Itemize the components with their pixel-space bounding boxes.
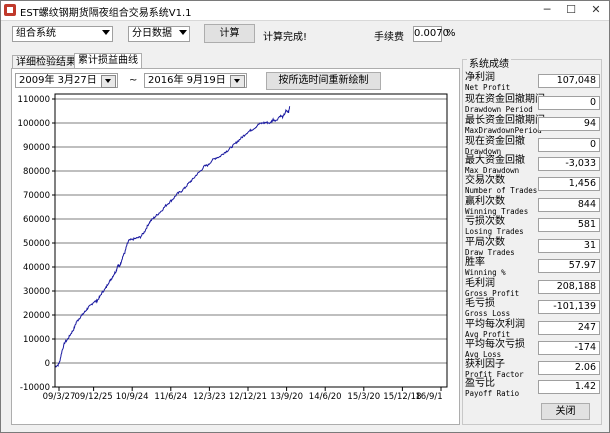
end-date-value: 2016年 9月19日	[148, 75, 226, 86]
fee-label: 手续费	[374, 32, 404, 43]
stat-value: 581	[538, 218, 600, 232]
stat-value: 247	[538, 321, 600, 335]
stat-name-en: Avg Profit	[465, 330, 511, 339]
stat-row: 现在资金回撤 Drawdown 0	[465, 137, 600, 157]
stat-name-en: MaxDrawdownPeriod	[465, 126, 542, 135]
stat-name: 现在资金回撤期间	[465, 94, 545, 105]
stat-value: 2.06	[538, 361, 600, 375]
stat-name: 亏损次数	[465, 216, 505, 227]
stat-value: 0	[538, 138, 600, 152]
stat-value: 1.42	[538, 380, 600, 394]
system-select[interactable]: 组合系统	[12, 26, 113, 42]
stat-row: 获利因子 Profit Factor 2.06	[465, 360, 600, 380]
chevron-down-icon	[179, 30, 187, 35]
stat-name-en: Max Drawdown	[465, 166, 520, 175]
stat-name: 平均每次利润	[465, 319, 525, 330]
stat-value: 1,456	[538, 177, 600, 191]
app-icon	[4, 4, 16, 16]
stats-title: 系统成绩	[467, 55, 511, 70]
system-select-value: 组合系统	[16, 28, 56, 39]
calculate-button[interactable]: 计算	[204, 24, 255, 43]
stat-row: 净利润 Net Profit 107,048	[465, 73, 600, 93]
window-title: EST螺纹钢期货隔夜组合交易系统V1.1	[20, 8, 192, 19]
stat-name: 盈亏比	[465, 378, 495, 389]
stat-row: 赢利次数 Winning Trades 844	[465, 197, 600, 217]
stat-name: 最长资金回撤期间	[465, 115, 545, 126]
stat-name: 现在资金回撤	[465, 136, 525, 147]
title-bar: EST螺纹钢期货隔夜组合交易系统V1.1 ─ ☐ ✕	[1, 1, 609, 21]
stat-name: 毛亏损	[465, 298, 495, 309]
status-text: 计算完成!	[263, 32, 308, 43]
stat-row: 最长资金回撤期间 MaxDrawdownPeriod 94	[465, 116, 600, 136]
start-date-picker[interactable]: 2009年 3月27日	[15, 73, 118, 88]
data-select[interactable]: 分日数据	[128, 26, 190, 42]
stat-row: 现在资金回撤期间 Drawdown Period 0	[465, 95, 600, 115]
stat-name: 平均每次亏损	[465, 339, 525, 350]
chart-panel	[11, 68, 460, 425]
stat-name-en: Avg Loss	[465, 350, 502, 359]
stat-name: 胜率	[465, 257, 485, 268]
stat-row: 交易次数 Number of Trades 1,456	[465, 176, 600, 196]
stat-name-en: Gross Profit	[465, 289, 520, 298]
calendar-dropdown-icon[interactable]	[230, 75, 245, 88]
stat-name-en: Net Profit	[465, 83, 511, 92]
start-date-value: 2009年 3月27日	[19, 75, 97, 86]
close-window-button[interactable]: ✕	[585, 2, 607, 18]
stat-row: 毛利润 Gross Profit 208,188	[465, 279, 600, 299]
close-button[interactable]: 关闭	[541, 403, 590, 420]
date-range-separator: ~	[129, 75, 138, 86]
stat-name: 毛利润	[465, 278, 495, 289]
stat-name: 获利因子	[465, 359, 505, 370]
stat-value: 844	[538, 198, 600, 212]
stat-row: 毛亏损 Gross Loss -101,139	[465, 299, 600, 319]
stat-value: 0	[538, 96, 600, 110]
stat-name: 平局次数	[465, 237, 505, 248]
data-select-value: 分日数据	[132, 28, 172, 39]
stat-name-en: Payoff Ratio	[465, 389, 520, 398]
minimize-button[interactable]: ─	[536, 2, 558, 18]
stat-value: -3,033	[538, 157, 600, 171]
stat-row: 胜率 Winning % 57.97	[465, 258, 600, 278]
maximize-button[interactable]: ☐	[560, 2, 582, 18]
stat-name-en: Draw Trades	[465, 248, 515, 257]
stat-name-en: Number of Trades	[465, 186, 538, 195]
stat-row: 平均每次利润 Avg Profit 247	[465, 320, 600, 340]
stat-name-en: Winning %	[465, 268, 506, 277]
stat-value: -101,139	[538, 300, 600, 314]
stat-value: 94	[538, 117, 600, 131]
stat-name: 最大资金回撤	[465, 155, 525, 166]
stat-value: 208,188	[538, 280, 600, 294]
redraw-button[interactable]: 按所选时间重新绘制	[266, 72, 381, 90]
calendar-dropdown-icon[interactable]	[101, 75, 116, 88]
stat-row: 平均每次亏损 Avg Loss -174	[465, 340, 600, 360]
fee-input[interactable]: 0.0070	[413, 26, 449, 42]
stat-name-en: Losing Trades	[465, 227, 524, 236]
stat-row: 平局次数 Draw Trades 31	[465, 238, 600, 258]
stat-value: 31	[538, 239, 600, 253]
stat-row: 盈亏比 Payoff Ratio 1.42	[465, 379, 600, 399]
stat-name: 赢利次数	[465, 196, 505, 207]
end-date-picker[interactable]: 2016年 9月19日	[144, 73, 247, 88]
chevron-down-icon	[102, 30, 110, 35]
stat-value: 107,048	[538, 74, 600, 88]
stat-name-en: Winning Trades	[465, 207, 529, 216]
stat-value: 57.97	[538, 259, 600, 273]
stat-value: -174	[538, 341, 600, 355]
stat-name: 交易次数	[465, 175, 505, 186]
stat-row: 亏损次数 Losing Trades 581	[465, 217, 600, 237]
stat-name-en: Drawdown Period	[465, 105, 533, 114]
fee-unit: %	[446, 28, 456, 39]
stat-name-en: Gross Loss	[465, 309, 511, 318]
stat-name: 净利润	[465, 72, 495, 83]
stat-row: 最大资金回撤 Max Drawdown -3,033	[465, 156, 600, 176]
